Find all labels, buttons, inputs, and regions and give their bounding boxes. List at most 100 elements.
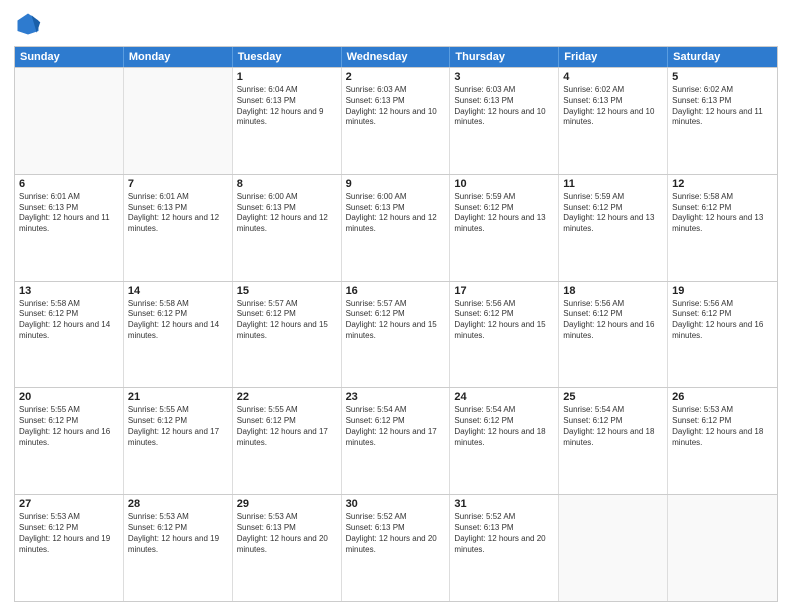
- day-number: 2: [346, 71, 446, 83]
- calendar-cell: [124, 68, 233, 174]
- day-info: Sunrise: 5:52 AM Sunset: 6:13 PM Dayligh…: [454, 512, 554, 555]
- day-number: 7: [128, 178, 228, 190]
- calendar: SundayMondayTuesdayWednesdayThursdayFrid…: [14, 46, 778, 602]
- day-info: Sunrise: 5:56 AM Sunset: 6:12 PM Dayligh…: [454, 299, 554, 342]
- calendar-week-2: 6 Sunrise: 6:01 AM Sunset: 6:13 PM Daylig…: [15, 174, 777, 281]
- day-number: 3: [454, 71, 554, 83]
- header-day-wednesday: Wednesday: [342, 47, 451, 67]
- day-number: 11: [563, 178, 663, 190]
- header-day-tuesday: Tuesday: [233, 47, 342, 67]
- day-number: 1: [237, 71, 337, 83]
- calendar-week-5: 27Sunrise: 5:53 AM Sunset: 6:12 PM Dayli…: [15, 494, 777, 601]
- day-info: Sunrise: 5:54 AM Sunset: 6:12 PM Dayligh…: [563, 405, 663, 448]
- calendar-cell: 27Sunrise: 5:53 AM Sunset: 6:12 PM Dayli…: [15, 495, 124, 601]
- calendar-cell: 22 Sunrise: 5:55 AM Sunset: 6:12 PM Dayli…: [233, 388, 342, 494]
- calendar-cell: 14 Sunrise: 5:58 AM Sunset: 6:12 PM Dayli…: [124, 282, 233, 388]
- day-info: Sunrise: 5:54 AM Sunset: 6:12 PM Dayligh…: [346, 405, 446, 448]
- day-info: Sunrise: 5:53 AM Sunset: 6:13 PM Dayligh…: [237, 512, 337, 555]
- calendar-cell: 18Sunrise: 5:56 AM Sunset: 6:12 PM Dayli…: [559, 282, 668, 388]
- day-number: 19: [672, 285, 773, 297]
- calendar-cell: 28 Sunrise: 5:53 AM Sunset: 6:12 PM Dayli…: [124, 495, 233, 601]
- day-info: Sunrise: 6:01 AM Sunset: 6:13 PM Dayligh…: [128, 192, 228, 235]
- day-info: Sunrise: 5:53 AM Sunset: 6:12 PM Dayligh…: [672, 405, 773, 448]
- day-number: 20: [19, 391, 119, 403]
- day-number: 23: [346, 391, 446, 403]
- calendar-cell: 1 Sunrise: 6:04 AM Sunset: 6:13 PM Daylig…: [233, 68, 342, 174]
- calendar-cell: 15 Sunrise: 5:57 AM Sunset: 6:12 PM Dayli…: [233, 282, 342, 388]
- header-day-saturday: Saturday: [668, 47, 777, 67]
- day-info: Sunrise: 5:58 AM Sunset: 6:12 PM Dayligh…: [672, 192, 773, 235]
- day-info: Sunrise: 6:00 AM Sunset: 6:13 PM Dayligh…: [237, 192, 337, 235]
- calendar-cell: 16 Sunrise: 5:57 AM Sunset: 6:12 PM Dayli…: [342, 282, 451, 388]
- calendar-cell: 17 Sunrise: 5:56 AM Sunset: 6:12 PM Dayli…: [450, 282, 559, 388]
- calendar-cell: 4Sunrise: 6:02 AM Sunset: 6:13 PM Daylig…: [559, 68, 668, 174]
- day-number: 26: [672, 391, 773, 403]
- calendar-cell: 20 Sunrise: 5:55 AM Sunset: 6:12 PM Dayli…: [15, 388, 124, 494]
- day-info: Sunrise: 6:02 AM Sunset: 6:13 PM Dayligh…: [563, 85, 663, 128]
- day-info: Sunrise: 5:58 AM Sunset: 6:12 PM Dayligh…: [128, 299, 228, 342]
- day-info: Sunrise: 6:02 AM Sunset: 6:13 PM Dayligh…: [672, 85, 773, 128]
- header-day-friday: Friday: [559, 47, 668, 67]
- day-number: 18: [563, 285, 663, 297]
- day-number: 28: [128, 498, 228, 510]
- day-info: Sunrise: 5:56 AM Sunset: 6:12 PM Dayligh…: [672, 299, 773, 342]
- calendar-cell: 31 Sunrise: 5:52 AM Sunset: 6:13 PM Dayli…: [450, 495, 559, 601]
- calendar-cell: 26 Sunrise: 5:53 AM Sunset: 6:12 PM Dayli…: [668, 388, 777, 494]
- day-info: Sunrise: 5:57 AM Sunset: 6:12 PM Dayligh…: [346, 299, 446, 342]
- calendar-cell: 8 Sunrise: 6:00 AM Sunset: 6:13 PM Daylig…: [233, 175, 342, 281]
- calendar-cell: [15, 68, 124, 174]
- header: [14, 10, 778, 38]
- calendar-cell: 11Sunrise: 5:59 AM Sunset: 6:12 PM Dayli…: [559, 175, 668, 281]
- calendar-cell: 12Sunrise: 5:58 AM Sunset: 6:12 PM Dayli…: [668, 175, 777, 281]
- day-number: 22: [237, 391, 337, 403]
- header-day-sunday: Sunday: [15, 47, 124, 67]
- calendar-cell: 3 Sunrise: 6:03 AM Sunset: 6:13 PM Daylig…: [450, 68, 559, 174]
- calendar-cell: [559, 495, 668, 601]
- day-info: Sunrise: 5:52 AM Sunset: 6:13 PM Dayligh…: [346, 512, 446, 555]
- day-number: 6: [19, 178, 119, 190]
- calendar-week-4: 20 Sunrise: 5:55 AM Sunset: 6:12 PM Dayli…: [15, 387, 777, 494]
- day-info: Sunrise: 6:01 AM Sunset: 6:13 PM Dayligh…: [19, 192, 119, 235]
- day-number: 30: [346, 498, 446, 510]
- day-number: 8: [237, 178, 337, 190]
- day-number: 17: [454, 285, 554, 297]
- header-day-monday: Monday: [124, 47, 233, 67]
- calendar-cell: 7 Sunrise: 6:01 AM Sunset: 6:13 PM Daylig…: [124, 175, 233, 281]
- day-number: 13: [19, 285, 119, 297]
- day-number: 21: [128, 391, 228, 403]
- day-info: Sunrise: 5:55 AM Sunset: 6:12 PM Dayligh…: [237, 405, 337, 448]
- calendar-cell: 9Sunrise: 6:00 AM Sunset: 6:13 PM Daylig…: [342, 175, 451, 281]
- calendar-week-1: 1 Sunrise: 6:04 AM Sunset: 6:13 PM Daylig…: [15, 67, 777, 174]
- day-number: 31: [454, 498, 554, 510]
- calendar-cell: 6 Sunrise: 6:01 AM Sunset: 6:13 PM Daylig…: [15, 175, 124, 281]
- calendar-cell: 23 Sunrise: 5:54 AM Sunset: 6:12 PM Dayli…: [342, 388, 451, 494]
- day-info: Sunrise: 5:54 AM Sunset: 6:12 PM Dayligh…: [454, 405, 554, 448]
- day-info: Sunrise: 5:55 AM Sunset: 6:12 PM Dayligh…: [128, 405, 228, 448]
- logo: [14, 10, 46, 38]
- header-day-thursday: Thursday: [450, 47, 559, 67]
- day-info: Sunrise: 5:55 AM Sunset: 6:12 PM Dayligh…: [19, 405, 119, 448]
- calendar-cell: 2 Sunrise: 6:03 AM Sunset: 6:13 PM Daylig…: [342, 68, 451, 174]
- calendar-cell: 25 Sunrise: 5:54 AM Sunset: 6:12 PM Dayli…: [559, 388, 668, 494]
- day-number: 9: [346, 178, 446, 190]
- day-info: Sunrise: 6:04 AM Sunset: 6:13 PM Dayligh…: [237, 85, 337, 128]
- calendar-cell: 29 Sunrise: 5:53 AM Sunset: 6:13 PM Dayli…: [233, 495, 342, 601]
- day-number: 25: [563, 391, 663, 403]
- day-number: 15: [237, 285, 337, 297]
- day-number: 29: [237, 498, 337, 510]
- day-info: Sunrise: 5:57 AM Sunset: 6:12 PM Dayligh…: [237, 299, 337, 342]
- logo-icon: [14, 10, 42, 38]
- calendar-cell: 24 Sunrise: 5:54 AM Sunset: 6:12 PM Dayli…: [450, 388, 559, 494]
- day-number: 14: [128, 285, 228, 297]
- day-number: 24: [454, 391, 554, 403]
- day-info: Sunrise: 5:59 AM Sunset: 6:12 PM Dayligh…: [454, 192, 554, 235]
- day-info: Sunrise: 5:58 AM Sunset: 6:12 PM Dayligh…: [19, 299, 119, 342]
- day-info: Sunrise: 6:03 AM Sunset: 6:13 PM Dayligh…: [346, 85, 446, 128]
- day-info: Sunrise: 6:03 AM Sunset: 6:13 PM Dayligh…: [454, 85, 554, 128]
- calendar-cell: 21 Sunrise: 5:55 AM Sunset: 6:12 PM Dayli…: [124, 388, 233, 494]
- day-info: Sunrise: 5:53 AM Sunset: 6:12 PM Dayligh…: [128, 512, 228, 555]
- day-info: Sunrise: 5:53 AM Sunset: 6:12 PM Dayligh…: [19, 512, 119, 555]
- day-number: 16: [346, 285, 446, 297]
- day-number: 5: [672, 71, 773, 83]
- page: SundayMondayTuesdayWednesdayThursdayFrid…: [0, 0, 792, 612]
